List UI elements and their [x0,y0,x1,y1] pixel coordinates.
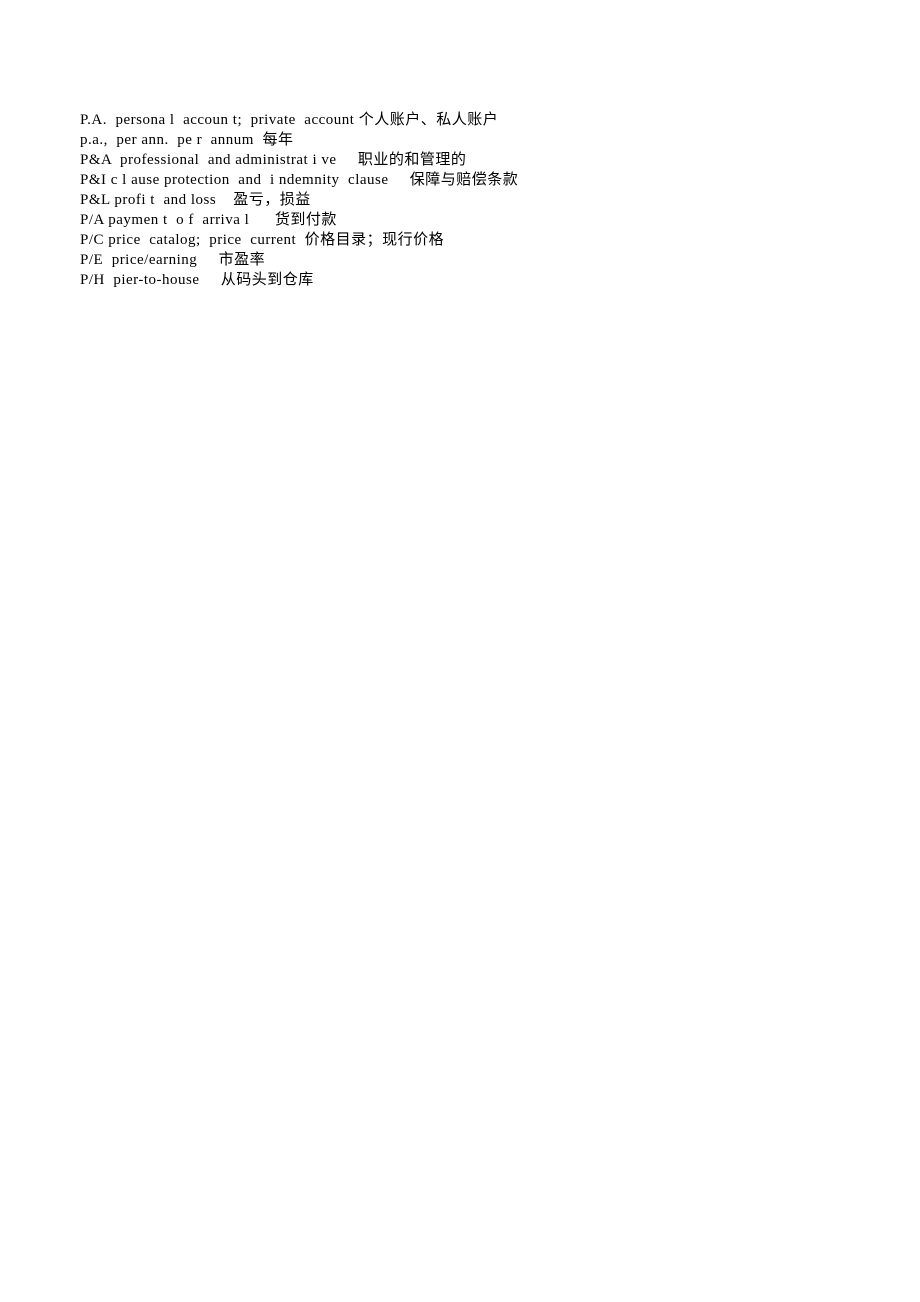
glossary-entry: P&L profi t and loss 盈亏，损益 [80,190,840,210]
meaning: 价格目录；现行价格 [305,232,445,248]
abbr: P&L [80,192,110,208]
glossary-entry: P.A. persona l accoun t; private account… [80,110,840,130]
expansion: per ann. pe r annum [116,132,258,148]
glossary-entry: P&A professional and administrat i ve 职业… [80,150,840,170]
meaning: 货到付款 [275,212,337,228]
meaning: 从码头到仓库 [221,272,314,288]
abbr: P/C [80,232,104,248]
expansion: persona l accoun t; private account [116,112,355,128]
meaning: 市盈率 [219,252,266,268]
expansion: professional and administrat i ve [120,152,354,168]
meaning: 职业的和管理的 [358,152,467,168]
abbr: P&A [80,152,112,168]
expansion: profi t and loss [114,192,229,208]
expansion: paymen t o f arriva l [108,212,270,228]
glossary-entry: P/H pier-to-house 从码头到仓库 [80,270,840,290]
meaning: 每年 [262,132,293,148]
expansion: price/earning [112,252,215,268]
glossary-entry: P/C price catalog; price current 价格目录；现行… [80,230,840,250]
abbr: P/H [80,272,109,288]
abbr: P/E [80,252,107,268]
glossary-entry: P/E price/earning 市盈率 [80,250,840,270]
document-page: P.A. persona l accoun t; private account… [0,0,920,290]
meaning: 盈亏，损益 [233,192,311,208]
glossary-entry: P&I c l ause protection and i ndemnity c… [80,170,840,190]
abbr: p.a., [80,132,108,148]
meaning: 保障与赔偿条款 [410,172,519,188]
meaning: 个人账户、私人账户 [359,112,499,128]
glossary-entry: P/A paymen t o f arriva l 货到付款 [80,210,840,230]
abbr: P/A [80,212,104,228]
expansion: pier-to-house [113,272,216,288]
glossary-entry: p.a., per ann. pe r annum 每年 [80,130,840,150]
abbr: P&I [80,172,107,188]
abbr: P.A. [80,112,107,128]
expansion: c l ause protection and i ndemnity claus… [111,172,406,188]
expansion: price catalog; price current [108,232,300,248]
